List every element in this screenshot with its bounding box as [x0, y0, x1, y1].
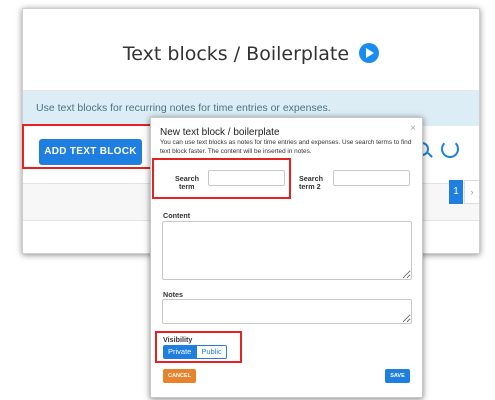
content-textarea[interactable] [162, 221, 412, 280]
refresh-icon[interactable] [441, 140, 459, 158]
notes-textarea[interactable] [162, 299, 412, 324]
pagination-next-button[interactable]: › [464, 180, 479, 204]
content-label: Content [163, 211, 191, 220]
screenshot: Text blocks / Boilerplate Use text block… [0, 0, 495, 400]
pagination-current-page[interactable]: 1 [449, 180, 463, 204]
dialog-title: New text block / boilerplate [160, 127, 280, 138]
dialog-description: You can use text blocks as notes for tim… [160, 139, 412, 155]
close-icon[interactable]: × [410, 123, 416, 134]
info-text: Use text blocks for recurring notes for … [36, 102, 331, 114]
title-area: Text blocks / Boilerplate [23, 9, 479, 91]
search-term-2-input[interactable] [333, 170, 410, 186]
page-title: Text blocks / Boilerplate [122, 43, 350, 65]
notes-label: Notes [163, 290, 183, 299]
page-title-row: Text blocks / Boilerplate [23, 43, 479, 65]
cancel-button[interactable]: CANCEL [163, 369, 196, 383]
search-term-2-label: Search term 2 [299, 174, 323, 191]
highlight-search-term [152, 158, 291, 199]
save-button[interactable]: SAVE [385, 369, 410, 383]
highlight-visibility [155, 331, 242, 363]
highlight-add-button [22, 124, 154, 169]
play-icon[interactable] [359, 43, 380, 63]
